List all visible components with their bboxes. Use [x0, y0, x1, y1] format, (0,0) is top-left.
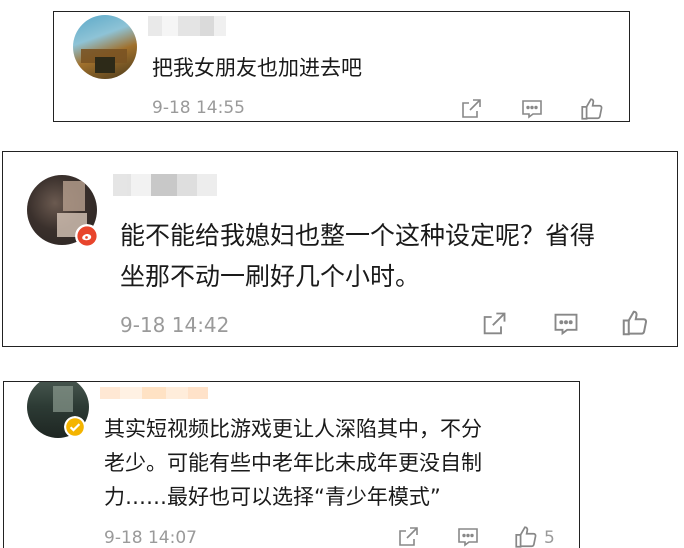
- comment-timestamp: 9-18 14:07: [104, 528, 197, 548]
- comment-text: 其实短视频比游戏更让人深陷其中，不分 老少。可能有些中老年比未成年更没自制 力……: [104, 417, 482, 509]
- comment-card-2: 能不能给我媳妇也整一个这种设定呢？省得 坐那不动一刷好几个小时。 9-18 14…: [2, 151, 678, 347]
- username-blurred[interactable]: [113, 174, 223, 196]
- comment-text: 把我女朋友也加进去吧: [152, 56, 362, 80]
- comment-icon[interactable]: [552, 310, 580, 338]
- comment-card-3: 其实短视频比游戏更让人深陷其中，不分 老少。可能有些中老年比未成年更没自制 力……: [3, 381, 580, 548]
- comment-timestamp: 9-18 14:55: [152, 98, 245, 118]
- comment-card-1: 把我女朋友也加进去吧 9-18 14:55: [53, 11, 630, 122]
- share-icon[interactable]: [459, 97, 483, 121]
- verified-badge-icon: [64, 416, 86, 438]
- username-blurred[interactable]: [100, 384, 214, 399]
- like-count: 5: [544, 528, 555, 548]
- user-avatar[interactable]: [73, 15, 137, 79]
- comment-timestamp: 9-18 14:42: [120, 313, 230, 337]
- weibo-badge-icon: [75, 224, 99, 248]
- share-icon[interactable]: [480, 310, 508, 338]
- comment-text: 能不能给我媳妇也整一个这种设定呢？省得 坐那不动一刷好几个小时。: [120, 221, 596, 291]
- thumbs-up-icon[interactable]: [579, 96, 605, 122]
- comment-icon[interactable]: [520, 97, 544, 121]
- thumbs-up-icon[interactable]: [513, 524, 539, 548]
- comment-icon[interactable]: [456, 525, 480, 548]
- thumbs-up-icon[interactable]: [620, 308, 650, 338]
- share-icon[interactable]: [396, 525, 420, 548]
- username-blurred[interactable]: [148, 16, 238, 36]
